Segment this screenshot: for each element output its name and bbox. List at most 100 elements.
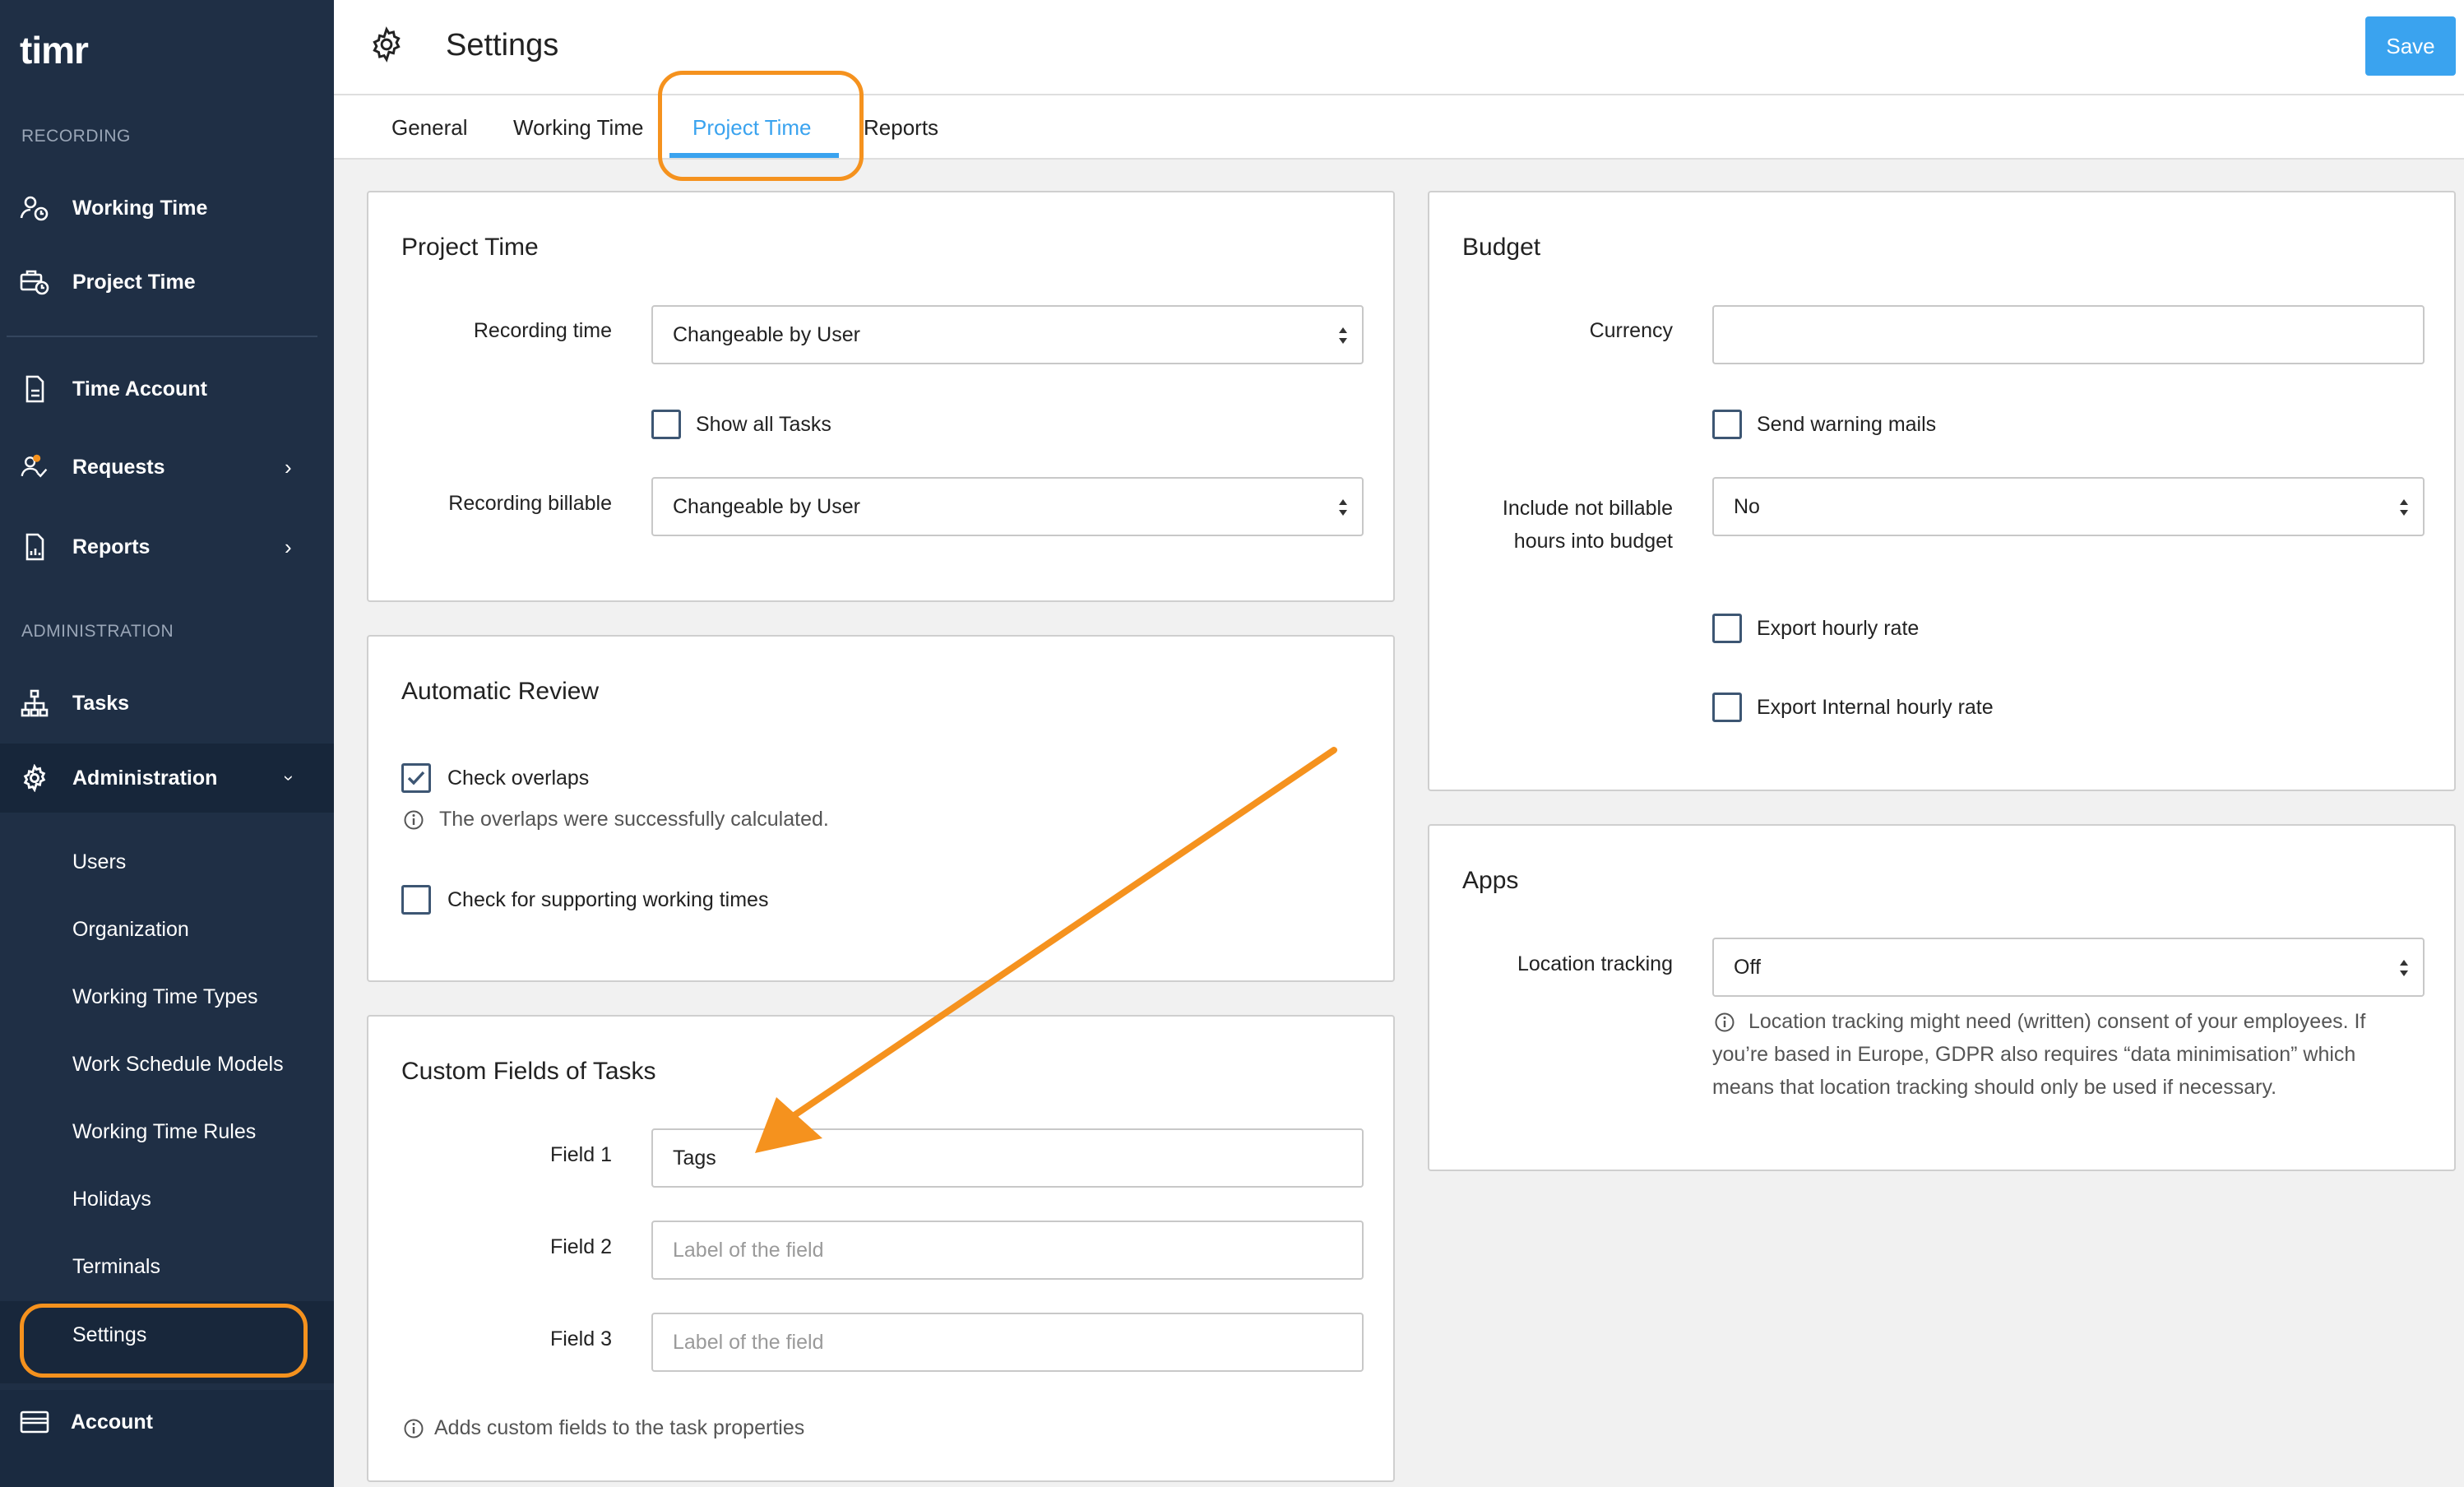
check-supporting-checkbox[interactable] bbox=[401, 885, 431, 915]
info-line-1: Location tracking might need (written) c… bbox=[1748, 1010, 2366, 1033]
field2-label: Field 2 bbox=[549, 1235, 612, 1258]
location-tracking-label: Location tracking bbox=[1517, 952, 1673, 975]
include-not-billable-label: Include not billable hours into budget bbox=[1503, 492, 1673, 558]
page-title: Settings bbox=[446, 28, 559, 63]
send-warning-checkbox[interactable] bbox=[1712, 410, 1742, 439]
sidebar-item-label: Working Time bbox=[72, 196, 208, 220]
field1-input[interactable] bbox=[651, 1128, 1364, 1188]
sidebar-item-label: Reports bbox=[72, 535, 151, 558]
field3-input[interactable] bbox=[651, 1313, 1364, 1372]
sidebar-item-label: Tasks bbox=[72, 691, 130, 715]
card-title: Apps bbox=[1462, 867, 1519, 894]
export-hourly-rate-label: Export hourly rate bbox=[1757, 617, 1920, 640]
info-line-2: you’re based in Europe, GDPR also requir… bbox=[1712, 1043, 2356, 1066]
recording-time-select[interactable]: Changeable by User bbox=[651, 305, 1364, 364]
sidebar-item-time-account[interactable]: Time Account bbox=[0, 356, 334, 422]
chevron-right-icon: › bbox=[285, 534, 292, 559]
info-icon bbox=[404, 1419, 424, 1438]
logo-text: timr bbox=[20, 29, 89, 72]
card-title: Automatic Review bbox=[401, 678, 600, 705]
location-tracking-select[interactable]: Off bbox=[1712, 938, 2425, 997]
report-icon bbox=[20, 532, 49, 562]
sidebar-item-administration[interactable]: Administration › bbox=[0, 744, 334, 813]
select-arrows-icon bbox=[2400, 960, 2408, 976]
sidebar-subitem-terminals[interactable]: Terminals bbox=[72, 1255, 160, 1279]
sidebar-item-working-time[interactable]: Working Time bbox=[0, 175, 334, 241]
sidebar-item-project-time[interactable]: Project Time bbox=[0, 249, 334, 315]
section-label-administration: ADMINISTRATION bbox=[21, 622, 174, 641]
location-tracking-info: Location tracking might need (written) c… bbox=[1712, 1005, 2420, 1104]
tab-reports[interactable]: Reports bbox=[864, 115, 938, 141]
label-line-2: hours into budget bbox=[1513, 530, 1673, 553]
check-overlaps-label: Check overlaps bbox=[447, 767, 590, 790]
gear-icon bbox=[20, 763, 49, 793]
card-title: Project Time bbox=[401, 234, 539, 261]
timr-logo[interactable]: timr bbox=[20, 28, 89, 72]
recording-time-label: Recording time bbox=[473, 319, 612, 342]
chevron-down-icon: › bbox=[279, 775, 300, 781]
select-value: Changeable by User bbox=[673, 323, 860, 346]
section-label-recording: RECORDING bbox=[21, 127, 131, 146]
gear-icon bbox=[368, 26, 410, 67]
tab-working-time[interactable]: Working Time bbox=[513, 115, 643, 141]
select-arrows-icon bbox=[1339, 327, 1347, 344]
sidebar-subitem-organization[interactable]: Organization bbox=[72, 918, 189, 942]
sidebar-subitem-working-time-types[interactable]: Working Time Types bbox=[72, 985, 258, 1009]
sidebar-item-reports[interactable]: Reports › bbox=[0, 514, 334, 580]
sidebar-item-label: Account bbox=[71, 1410, 153, 1434]
select-arrows-icon bbox=[2400, 499, 2408, 516]
sidebar-item-requests[interactable]: Requests › bbox=[0, 434, 334, 500]
currency-input[interactable] bbox=[1712, 305, 2425, 364]
export-internal-rate-label: Export Internal hourly rate bbox=[1757, 696, 1994, 719]
overlaps-info-text: The overlaps were successfully calculate… bbox=[439, 808, 829, 831]
select-arrows-icon bbox=[1339, 499, 1347, 516]
credit-card-icon bbox=[20, 1407, 49, 1437]
select-value: Changeable by User bbox=[673, 495, 860, 518]
automatic-review-card: Automatic Review Check overlaps The over… bbox=[367, 635, 1395, 982]
settings-tabs: General Working Time Project Time Report… bbox=[334, 95, 2464, 160]
project-time-card: Project Time Recording time Changeable b… bbox=[367, 191, 1395, 602]
user-clock-icon bbox=[20, 193, 49, 223]
export-hourly-rate-checkbox[interactable] bbox=[1712, 614, 1742, 643]
sidebar-item-tasks[interactable]: Tasks bbox=[0, 670, 334, 736]
field1-label: Field 1 bbox=[549, 1143, 612, 1166]
currency-label: Currency bbox=[1589, 319, 1673, 342]
send-warning-label: Send warning mails bbox=[1757, 413, 1937, 436]
check-supporting-label: Check for supporting working times bbox=[447, 888, 769, 911]
export-internal-rate-checkbox[interactable] bbox=[1712, 693, 1742, 722]
recording-billable-select[interactable]: Changeable by User bbox=[651, 477, 1364, 536]
budget-card: Budget Currency Send warning mails Inclu… bbox=[1428, 191, 2456, 791]
custom-fields-info-text: Adds custom fields to the task propertie… bbox=[434, 1416, 805, 1439]
field2-input[interactable] bbox=[651, 1221, 1364, 1280]
sidebar-subitem-work-schedule-models[interactable]: Work Schedule Models bbox=[72, 1053, 284, 1077]
custom-fields-card: Custom Fields of Tasks Field 1 Field 2 F… bbox=[367, 1015, 1395, 1482]
sidebar-item-label: Administration bbox=[72, 766, 218, 790]
save-button[interactable]: Save bbox=[2365, 16, 2456, 76]
show-all-tasks-checkbox[interactable] bbox=[651, 410, 681, 439]
select-value: Off bbox=[1734, 956, 1761, 979]
field3-label: Field 3 bbox=[549, 1327, 612, 1350]
checkmark-icon bbox=[407, 771, 425, 785]
briefcase-clock-icon bbox=[20, 267, 49, 297]
sidebar-subitem-holidays[interactable]: Holidays bbox=[72, 1188, 151, 1211]
sidebar-item-label: Requests bbox=[72, 455, 165, 479]
info-icon bbox=[404, 810, 424, 830]
sidebar-item-label: Time Account bbox=[72, 377, 207, 401]
include-not-billable-select[interactable]: No bbox=[1712, 477, 2425, 536]
show-all-tasks-label: Show all Tasks bbox=[696, 413, 831, 436]
sidebar-subitem-working-time-rules[interactable]: Working Time Rules bbox=[72, 1120, 256, 1144]
sidebar-subitem-users[interactable]: Users bbox=[72, 850, 126, 874]
select-value: No bbox=[1734, 495, 1760, 518]
apps-card: Apps Location tracking Off Location trac… bbox=[1428, 824, 2456, 1171]
chevron-right-icon: › bbox=[285, 454, 292, 479]
tab-highlight-annotation bbox=[658, 71, 864, 181]
sidebar-item-label: Project Time bbox=[72, 270, 196, 294]
check-overlaps-checkbox[interactable] bbox=[401, 763, 431, 793]
tab-general[interactable]: General bbox=[391, 115, 468, 141]
document-icon bbox=[20, 374, 49, 404]
sidebar-item-account[interactable]: Account bbox=[0, 1390, 334, 1454]
sidebar: timr RECORDING Working Time Project Time… bbox=[0, 0, 334, 1487]
user-check-icon bbox=[20, 452, 49, 482]
hierarchy-icon bbox=[20, 688, 49, 718]
recording-billable-label: Recording billable bbox=[448, 492, 612, 515]
